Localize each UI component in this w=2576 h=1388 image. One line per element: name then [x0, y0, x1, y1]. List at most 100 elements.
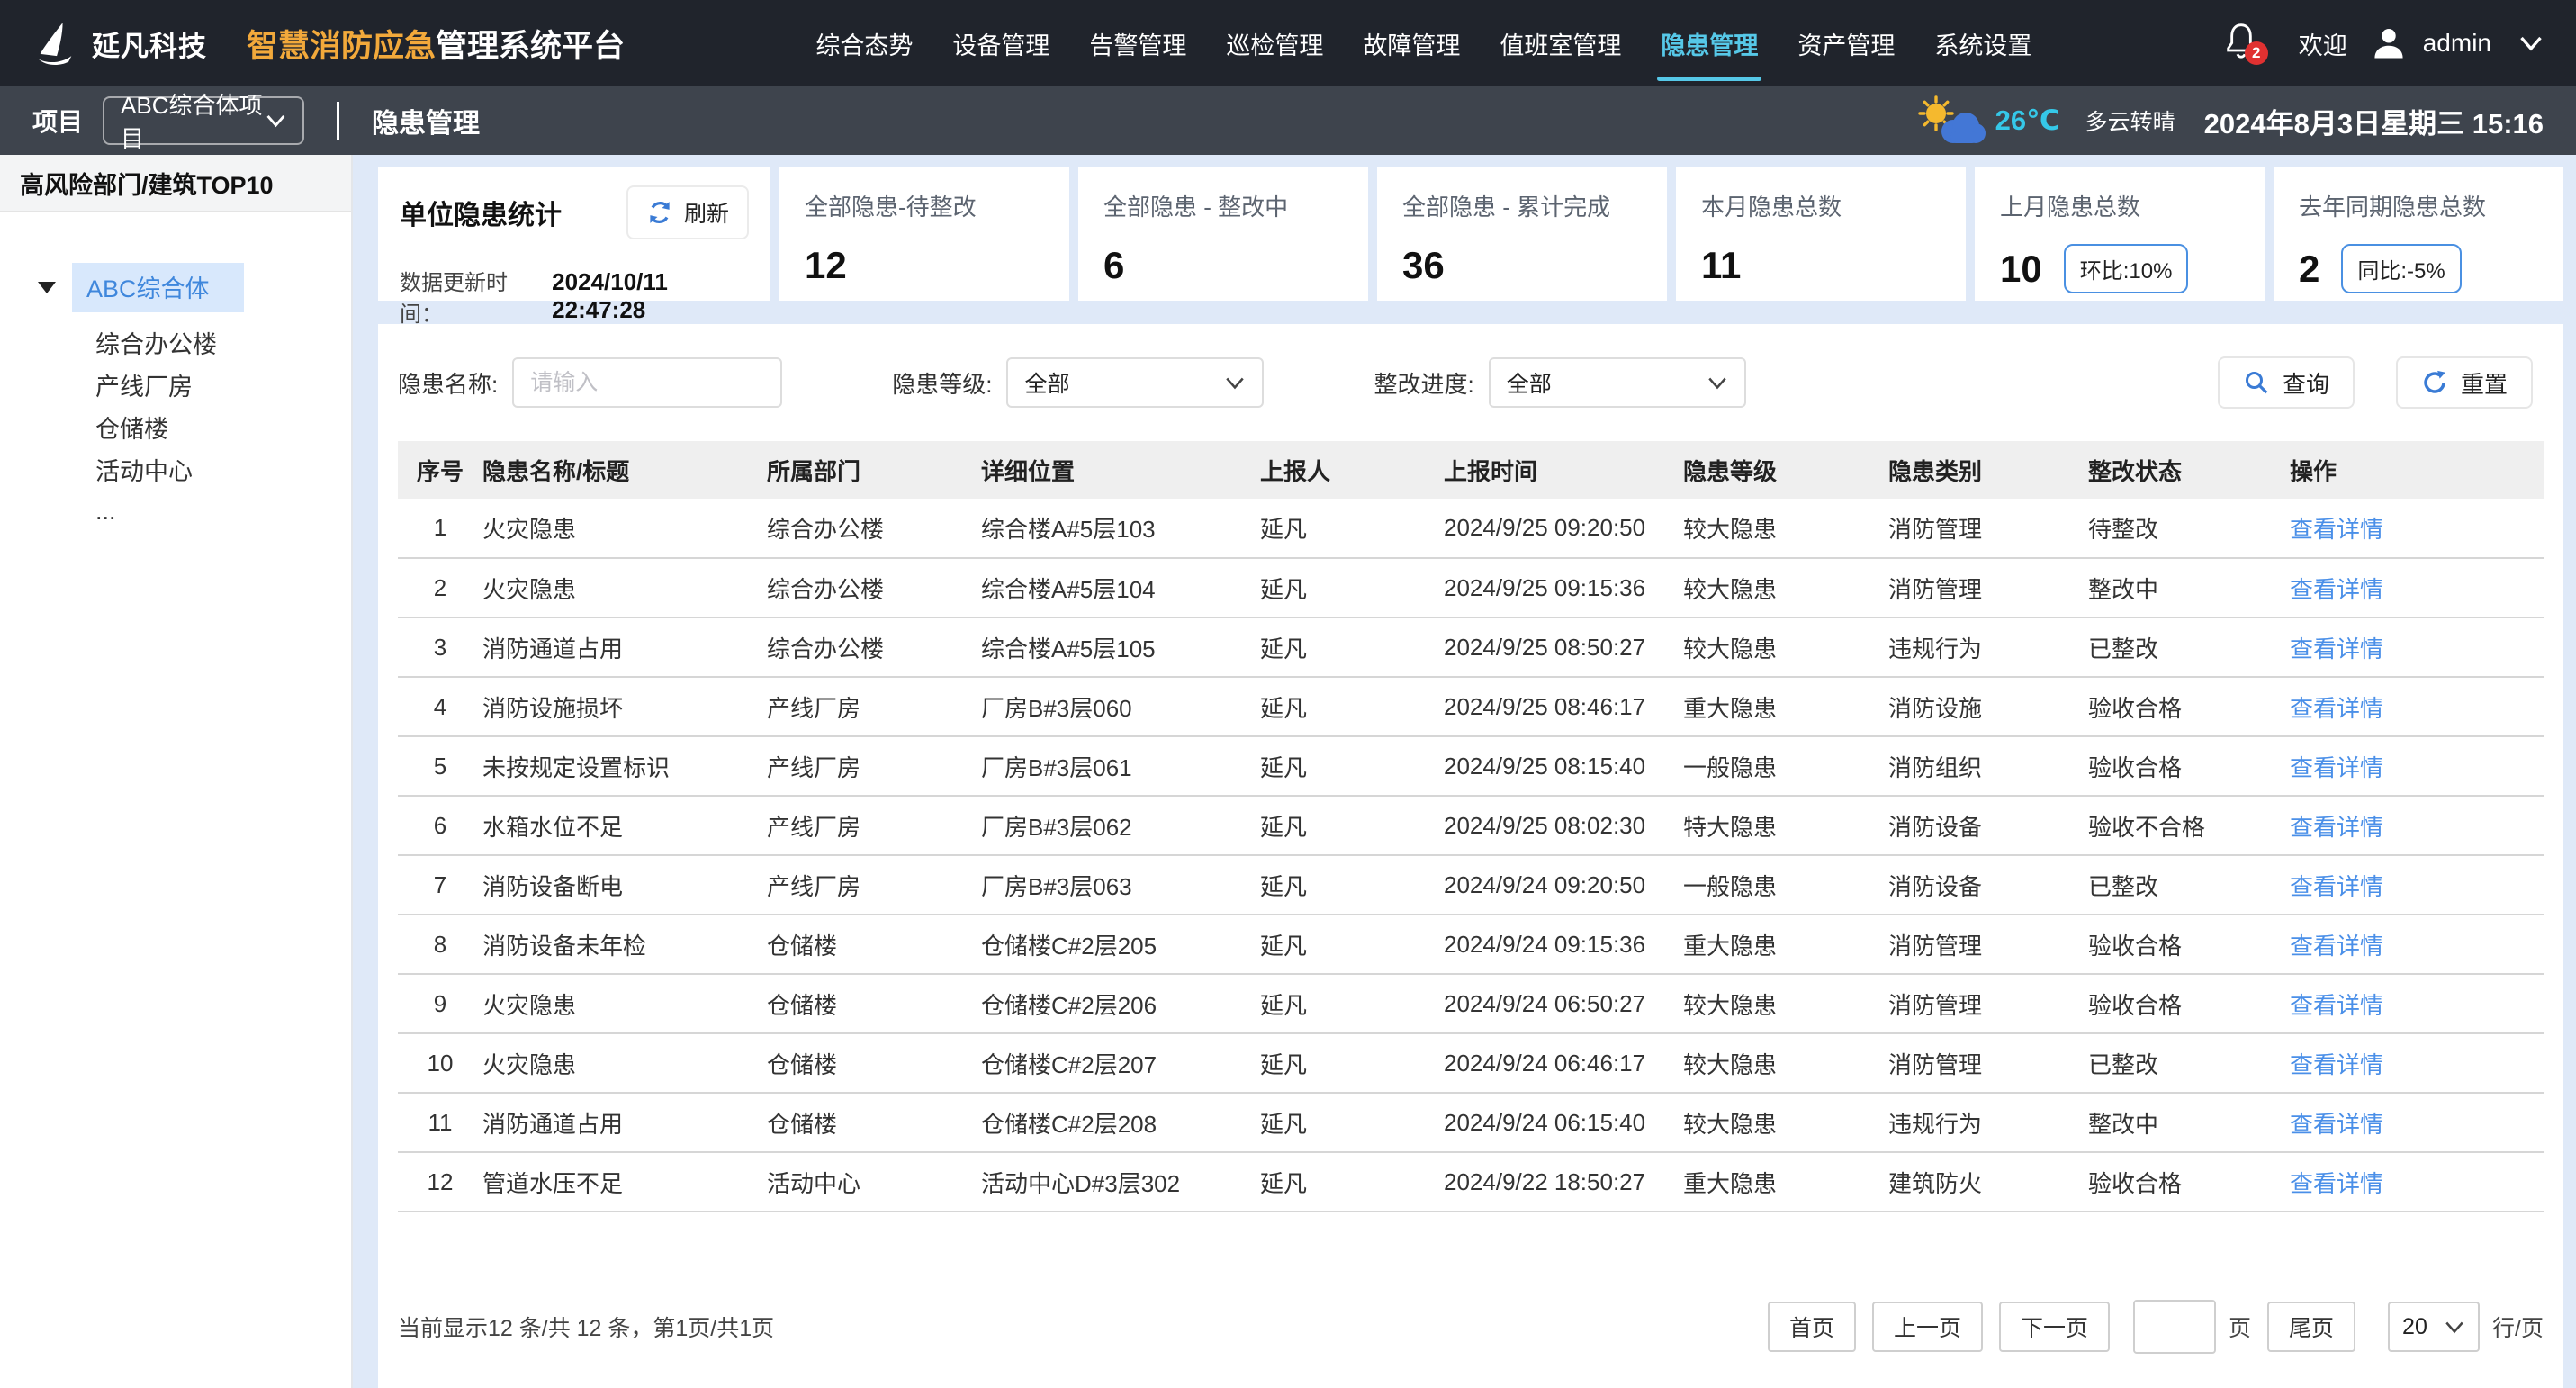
cell: 验收合格: [2088, 677, 2290, 736]
action-cell: 查看详情: [2290, 855, 2544, 915]
first-page-button[interactable]: 首页: [1768, 1302, 1856, 1352]
stat-card-3: 全部隐患 - 累计完成36: [1377, 167, 1667, 301]
cell: 6: [398, 796, 482, 855]
nav-item-4[interactable]: 巡检管理: [1224, 21, 1325, 67]
datetime: 2024年8月3日星期三 15:16: [2204, 101, 2544, 141]
nav-item-2[interactable]: 设备管理: [950, 21, 1051, 67]
view-details-link[interactable]: 查看详情: [2290, 516, 2383, 543]
sidebar-item-1[interactable]: 综合办公楼: [95, 321, 351, 364]
last-page-button[interactable]: 尾页: [2267, 1302, 2355, 1352]
table-row: 9火灾隐患仓储楼仓储楼C#2层206延凡2024/9/24 06:50:27较大…: [398, 974, 2544, 1033]
view-details-link[interactable]: 查看详情: [2290, 814, 2383, 841]
sidebar-item-4[interactable]: 活动中心: [95, 448, 351, 491]
cell: 延凡: [1260, 1093, 1444, 1152]
view-details-link[interactable]: 查看详情: [2290, 933, 2383, 960]
cell: 产线厂房: [767, 796, 981, 855]
column-header-5: 上报人: [1260, 441, 1444, 499]
nav-item-9[interactable]: 系统设置: [1932, 21, 2033, 67]
cell: 12: [398, 1152, 482, 1212]
prev-page-button[interactable]: 上一页: [1872, 1302, 1983, 1352]
sidebar-item-root[interactable]: ABC综合体: [38, 263, 351, 312]
view-details-link[interactable]: 查看详情: [2290, 992, 2383, 1019]
user-menu-chevron-icon[interactable]: [2518, 35, 2544, 51]
cell: 较大隐患: [1683, 558, 1888, 617]
cell: 火灾隐患: [482, 558, 767, 617]
table-row: 12管道水压不足活动中心活动中心D#3层302延凡2024/9/22 18:50…: [398, 1152, 2544, 1212]
cell: 7: [398, 855, 482, 915]
refresh-icon: [646, 199, 673, 226]
stats-row: 单位隐患统计 刷新 数据更新时间： 2024/10/11 22:47:28: [378, 167, 2563, 301]
stat-card-label: 去年同期隐患总数: [2299, 189, 2538, 222]
action-cell: 查看详情: [2290, 617, 2544, 677]
nav-item-1[interactable]: 综合态势: [814, 21, 914, 67]
nav-item-3[interactable]: 告警管理: [1087, 21, 1188, 67]
nav-item-6[interactable]: 值班室管理: [1498, 21, 1623, 67]
stat-value-row: 11: [1701, 244, 1941, 287]
product-title: 智慧消防应急管理系统平台: [247, 21, 625, 67]
notification-bell[interactable]: 2: [2223, 22, 2263, 65]
view-details-link[interactable]: 查看详情: [2290, 1170, 2383, 1197]
table-row: 10火灾隐患仓储楼仓储楼C#2层207延凡2024/9/24 06:46:17较…: [398, 1033, 2544, 1093]
cell: 产线厂房: [767, 736, 981, 796]
layout: 高风险部门/建筑TOP10 ABC综合体 综合办公楼产线厂房仓储楼活动中心...…: [0, 155, 2576, 1388]
sidebar-item-5[interactable]: ...: [95, 491, 351, 533]
hazard-level-select[interactable]: 全部: [1006, 357, 1264, 408]
project-select[interactable]: ABC综合体项目: [103, 96, 304, 145]
search-button[interactable]: 查询: [2218, 356, 2355, 409]
pagination-controls: 首页 上一页 下一页 页 尾页 20 行/页: [1768, 1300, 2544, 1354]
cell: 消防管理: [1888, 974, 2088, 1033]
cell: 一般隐患: [1683, 855, 1888, 915]
hazard-panel: 隐患名称: 隐患等级: 全部 整改进度: 全部: [378, 324, 2563, 1388]
view-details-link[interactable]: 查看详情: [2290, 1051, 2383, 1078]
column-header-1: 序号: [398, 441, 482, 499]
cell: 重大隐患: [1683, 677, 1888, 736]
top-header: 延凡科技 智慧消防应急管理系统平台 综合态势设备管理告警管理巡检管理故障管理值班…: [0, 0, 2576, 86]
pagination-summary: 当前显示12 条/共 12 条，第1页/共1页: [398, 1311, 774, 1343]
product-title-rest: 管理系统平台: [436, 29, 625, 64]
action-cell: 查看详情: [2290, 796, 2544, 855]
view-details-link[interactable]: 查看详情: [2290, 695, 2383, 722]
cell: 2024/9/22 18:50:27: [1444, 1152, 1683, 1212]
sidebar-title: 高风险部门/建筑TOP10: [0, 155, 351, 212]
view-details-link[interactable]: 查看详情: [2290, 576, 2383, 603]
cell: 消防设备断电: [482, 855, 767, 915]
cell: 延凡: [1260, 677, 1444, 736]
view-details-link[interactable]: 查看详情: [2290, 754, 2383, 781]
table-body: 1火灾隐患综合办公楼综合楼A#5层103延凡2024/9/25 09:20:50…: [398, 499, 2544, 1212]
page-size-select[interactable]: 20: [2388, 1302, 2480, 1352]
action-cell: 查看详情: [2290, 558, 2544, 617]
reset-button[interactable]: 重置: [2396, 356, 2533, 409]
rows-per-page-label: 行/页: [2492, 1311, 2544, 1343]
table-row: 2火灾隐患综合办公楼综合楼A#5层104延凡2024/9/25 09:15:36…: [398, 558, 2544, 617]
cell: 延凡: [1260, 1152, 1444, 1212]
hazard-name-input[interactable]: [512, 357, 782, 408]
nav-item-8[interactable]: 资产管理: [1796, 21, 1896, 67]
cell: 消防管理: [1888, 915, 2088, 974]
cell: 仓储楼C#2层208: [981, 1093, 1260, 1152]
cell: 验收合格: [2088, 1152, 2290, 1212]
divider: [337, 102, 339, 140]
view-details-link[interactable]: 查看详情: [2290, 635, 2383, 662]
stats-summary-title: 单位隐患统计: [400, 193, 562, 232]
cell: 2024/9/25 08:15:40: [1444, 736, 1683, 796]
action-cell: 查看详情: [2290, 1093, 2544, 1152]
page-number-input[interactable]: [2133, 1300, 2216, 1354]
cell: 火灾隐患: [482, 499, 767, 558]
next-page-button[interactable]: 下一页: [1999, 1302, 2110, 1352]
caret-down-icon[interactable]: [38, 282, 56, 293]
view-details-link[interactable]: 查看详情: [2290, 1111, 2383, 1138]
progress-select[interactable]: 全部: [1489, 357, 1746, 408]
column-header-7: 隐患等级: [1683, 441, 1888, 499]
column-header-8: 隐患类别: [1888, 441, 2088, 499]
user-avatar-icon[interactable]: [2369, 23, 2409, 63]
refresh-button[interactable]: 刷新: [626, 185, 749, 239]
nav-item-5[interactable]: 故障管理: [1361, 21, 1462, 67]
stat-card-value: 36: [1402, 244, 1445, 287]
nav-item-7[interactable]: 隐患管理: [1659, 21, 1760, 67]
action-cell: 查看详情: [2290, 1152, 2544, 1212]
view-details-link[interactable]: 查看详情: [2290, 873, 2383, 900]
sidebar-item-3[interactable]: 仓储楼: [95, 406, 351, 448]
cell: 10: [398, 1033, 482, 1093]
sidebar-item-2[interactable]: 产线厂房: [95, 364, 351, 406]
temperature: 26℃: [1995, 104, 2060, 137]
